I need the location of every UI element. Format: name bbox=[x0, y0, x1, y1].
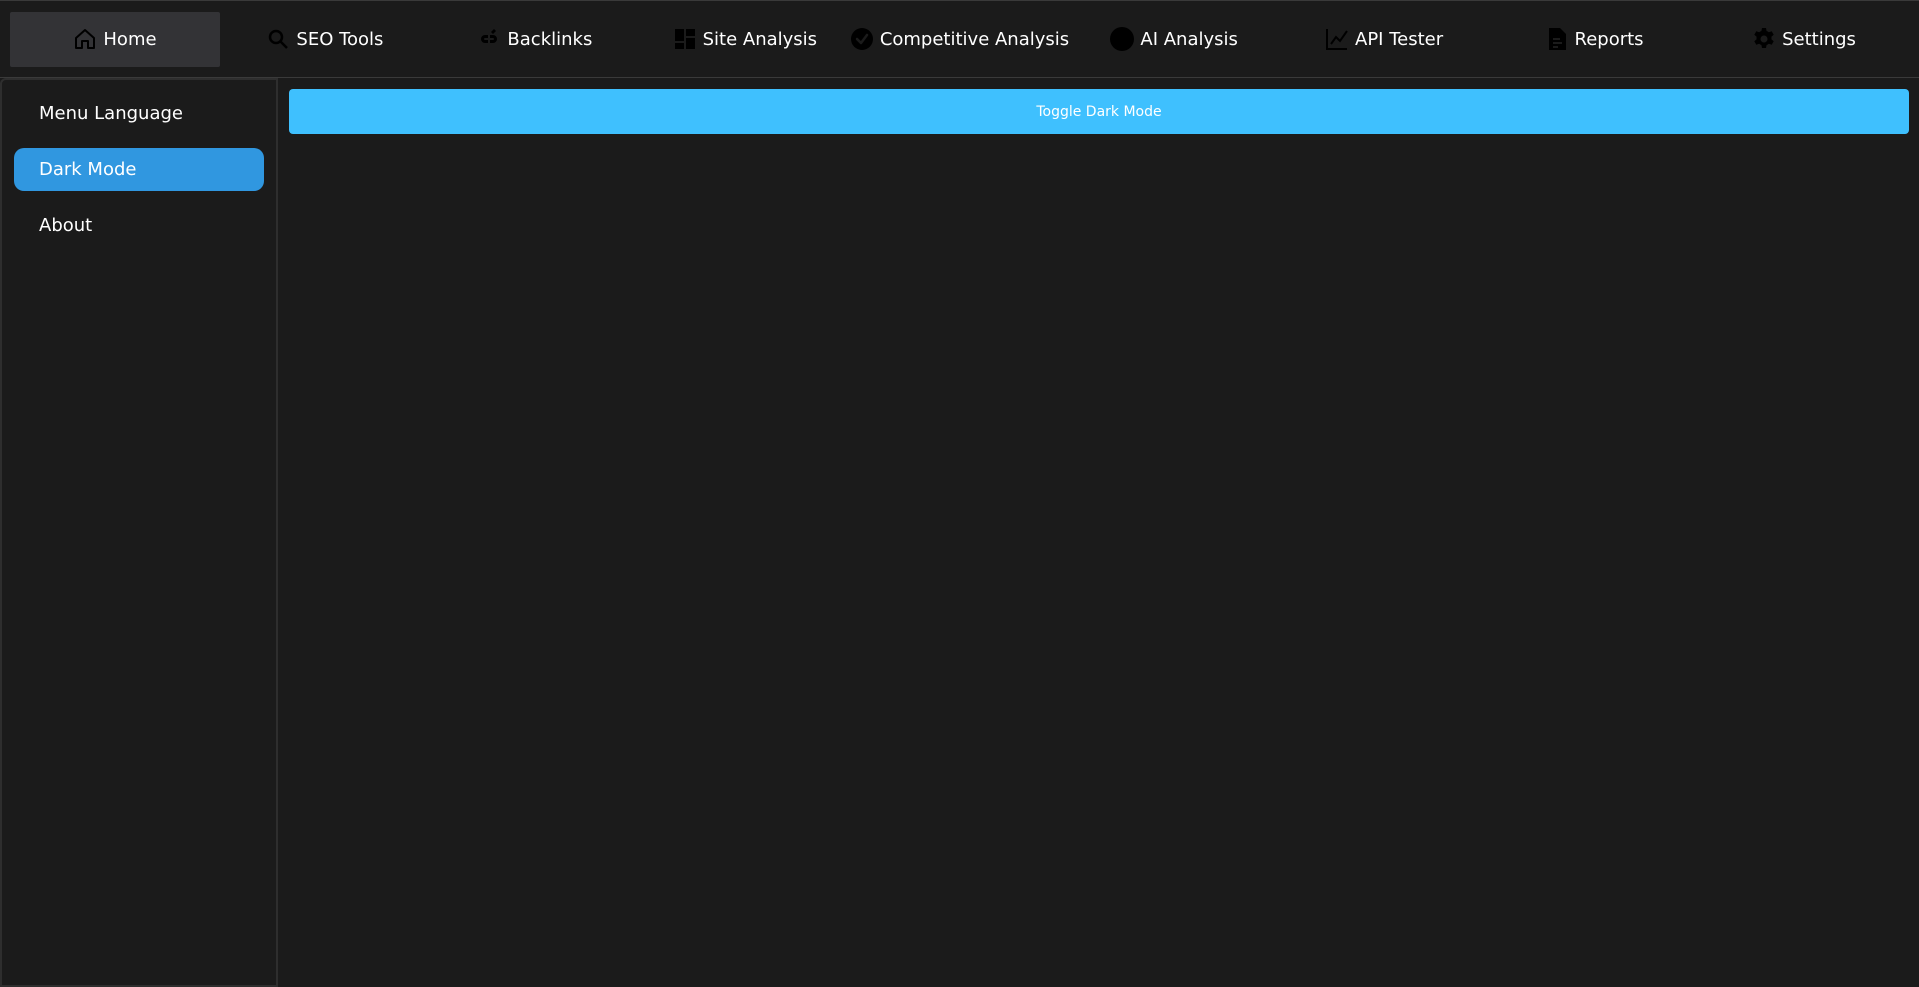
circle-icon bbox=[1110, 27, 1135, 51]
nav-item-label: Backlinks bbox=[507, 28, 593, 50]
nav-item-home[interactable]: Home bbox=[10, 11, 220, 67]
sidebar: Menu Language Dark Mode About bbox=[0, 78, 278, 987]
nav-item-label: SEO Tools bbox=[296, 28, 384, 50]
chart-line-icon bbox=[1325, 27, 1349, 51]
nav-item-backlinks[interactable]: Backlinks bbox=[430, 12, 640, 67]
nav-item-ai-analysis[interactable]: AI Analysis bbox=[1069, 12, 1279, 67]
document-icon bbox=[1545, 27, 1569, 51]
nav-item-competitive-analysis[interactable]: Competitive Analysis bbox=[850, 12, 1069, 67]
nav-item-site-analysis[interactable]: Site Analysis bbox=[640, 12, 850, 67]
nav-item-api-tester[interactable]: API Tester bbox=[1279, 12, 1489, 67]
nav-item-label: API Tester bbox=[1355, 28, 1444, 50]
gear-icon bbox=[1752, 27, 1776, 51]
search-icon bbox=[266, 27, 290, 51]
nav-item-reports[interactable]: Reports bbox=[1489, 12, 1699, 67]
sidebar-item-about[interactable]: About bbox=[14, 204, 264, 247]
home-icon bbox=[73, 27, 97, 51]
sidebar-item-menu-language[interactable]: Menu Language bbox=[14, 92, 264, 135]
main-content: Toggle Dark Mode bbox=[278, 78, 1919, 987]
nav-item-label: Competitive Analysis bbox=[879, 28, 1070, 50]
sidebar-item-dark-mode[interactable]: Dark Mode bbox=[14, 148, 264, 191]
sidebar-item-label: Menu Language bbox=[39, 103, 183, 124]
toggle-dark-mode-button[interactable]: Toggle Dark Mode bbox=[289, 89, 1909, 134]
nav-item-settings[interactable]: Settings bbox=[1699, 12, 1909, 67]
dashboard-icon bbox=[673, 27, 697, 51]
nav-item-seo-tools[interactable]: SEO Tools bbox=[220, 12, 430, 67]
check-circle-icon bbox=[850, 27, 874, 51]
nav-item-label: Site Analysis bbox=[702, 28, 818, 50]
top-navigation-bar: Home SEO Tools Backlinks Site Analysis C… bbox=[0, 0, 1919, 78]
nav-item-label: AI Analysis bbox=[1140, 28, 1238, 50]
link-icon bbox=[477, 27, 501, 51]
sidebar-item-label: Dark Mode bbox=[39, 159, 137, 180]
nav-item-label: Reports bbox=[1574, 28, 1644, 50]
nav-item-label: Home bbox=[103, 28, 157, 50]
nav-item-label: Settings bbox=[1782, 28, 1856, 50]
sidebar-item-label: About bbox=[39, 215, 93, 236]
